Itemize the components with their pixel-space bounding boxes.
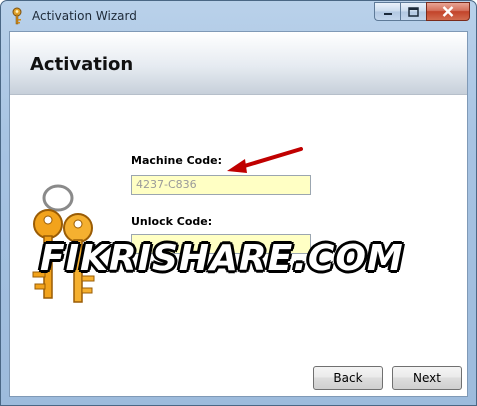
watermark-text: FIKRISHARE.COM xyxy=(40,238,404,279)
minimize-icon xyxy=(383,12,392,15)
activation-wizard-window: Activation Wizard Activation Machine Cod… xyxy=(0,0,477,406)
next-button[interactable]: Next xyxy=(392,366,462,390)
caption-buttons xyxy=(374,2,470,22)
close-icon xyxy=(442,6,454,17)
close-button[interactable] xyxy=(426,2,470,21)
unlock-code-label: Unlock Code: xyxy=(131,215,213,228)
window-title: Activation Wizard xyxy=(32,9,137,23)
wizard-client-area: Activation Machine Code: 4237-C836 Unloc… xyxy=(9,31,468,397)
wizard-header: Activation xyxy=(10,32,467,95)
maximize-icon xyxy=(408,6,419,17)
back-button[interactable]: Back xyxy=(313,366,383,390)
maximize-button[interactable] xyxy=(400,2,426,21)
minimize-button[interactable] xyxy=(374,2,400,21)
title-bar[interactable]: Activation Wizard xyxy=(1,1,476,31)
machine-code-field[interactable]: 4237-C836 xyxy=(131,175,311,195)
key-icon xyxy=(12,7,22,25)
machine-code-label: Machine Code: xyxy=(131,154,222,167)
page-title: Activation xyxy=(30,54,134,75)
arrow-icon xyxy=(227,147,303,173)
